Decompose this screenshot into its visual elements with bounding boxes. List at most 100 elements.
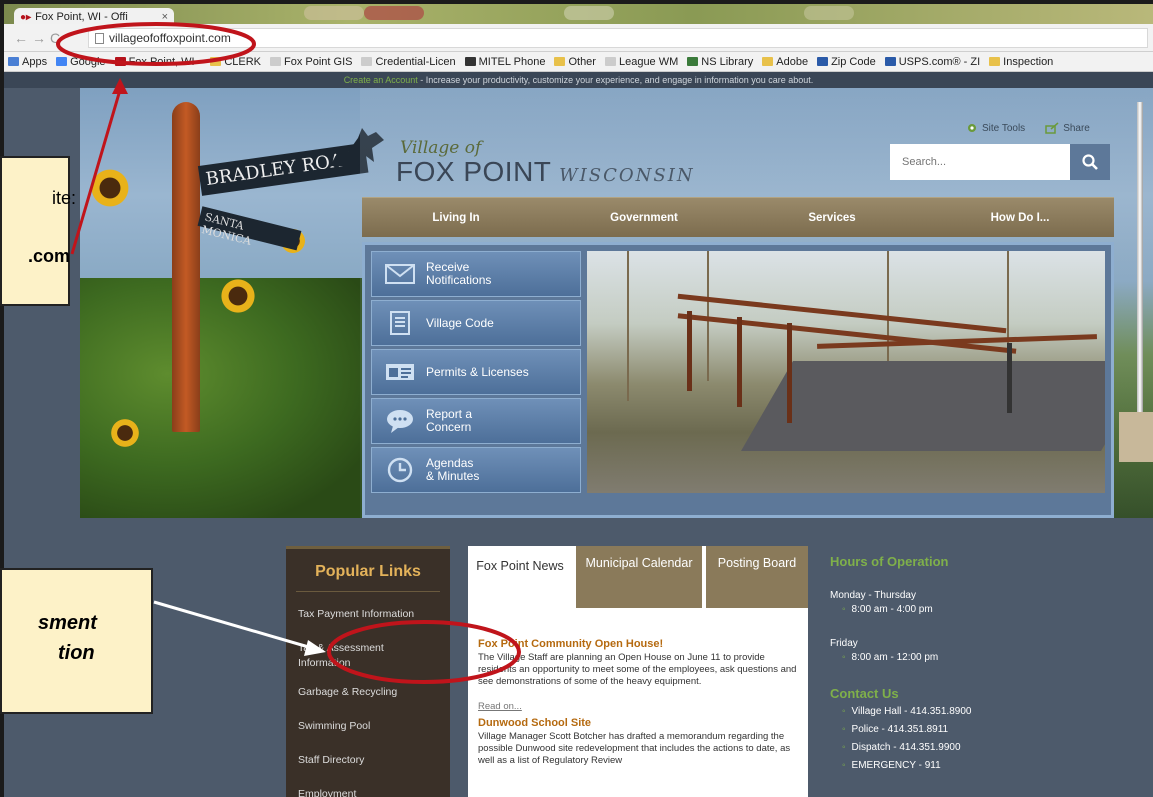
back-forward-reload-icons[interactable]: ←→C [14, 30, 64, 46]
popular-link[interactable]: Tax & Assessment Information [298, 641, 438, 671]
bookmark-item[interactable]: League WM [604, 56, 678, 68]
bookmark-item[interactable]: Adobe [762, 56, 808, 68]
sunflower-image [90, 168, 130, 208]
page-icon [361, 57, 373, 66]
nav-item[interactable]: Government [550, 198, 738, 237]
google-icon [56, 57, 68, 66]
nav-item[interactable]: Services [738, 198, 926, 237]
create-account-link[interactable]: Create an Account [344, 75, 418, 85]
sign-post-image [172, 102, 200, 432]
bookmark-label: Apps [22, 55, 48, 68]
site-tools-button[interactable]: Site Tools [966, 122, 1025, 134]
quick-link-button[interactable]: Agendas & Minutes [371, 447, 581, 493]
apps-grid-icon [8, 57, 19, 66]
bookmark-item[interactable]: MITEL Phone [464, 56, 545, 68]
bookmark-item[interactable]: Apps [8, 56, 47, 68]
bookmark-label: Google [70, 55, 106, 68]
bookmark-item[interactable]: Fox Point, WI - [114, 55, 202, 68]
bookmark-label: Fox Point, WI - [128, 55, 202, 68]
bookmark-item[interactable]: Zip Code [817, 56, 876, 68]
site-logo[interactable]: FOX POINT WISCONSIN [396, 156, 695, 188]
popular-links-panel: Popular Links Tax Payment Information Tax… [286, 546, 450, 797]
annotation-text: ite: [52, 188, 77, 208]
bridge-post [737, 317, 742, 407]
tab-close-icon[interactable]: × [162, 11, 168, 23]
street-sign-cross: SANTA MONICA [197, 206, 302, 251]
bookmark-label: USPS.com® - ZI [898, 55, 981, 68]
screenshot: ●▸ Fox Point, WI - Offi × ←→C villageofo… [0, 0, 1153, 797]
page-icon [95, 32, 104, 44]
tab-municipal-calendar[interactable]: Municipal Calendar [574, 546, 702, 608]
tab-posting-board[interactable]: Posting Board [704, 546, 808, 608]
bookmark-item[interactable]: Inspection [989, 56, 1053, 68]
village-sign-image [1119, 412, 1153, 462]
quick-link-label-line: Notifications [426, 273, 492, 287]
hours-time: 8:00 am - 12:00 pm [842, 652, 939, 663]
bookmark-label: Credential-Licen [375, 55, 456, 68]
browser-toolbar: ←→C villageofoffoxpoint.com [4, 24, 1153, 52]
popular-link[interactable]: Employment [298, 787, 438, 797]
bookmarks-bar: Apps Google Fox Point, WI - CLERK Fox Point… [4, 52, 1153, 72]
search-button[interactable] [1070, 144, 1110, 180]
news-panel: Fox Point News Municipal Calendar Postin… [468, 546, 808, 797]
bookmark-label: Zip Code [831, 55, 876, 68]
bookmark-item[interactable]: CLERK [210, 56, 261, 68]
news-item-title[interactable]: Fox Point Community Open House! [478, 638, 663, 650]
main-navigation: Living In Government Services How Do I... [362, 197, 1114, 237]
blurred-tab [304, 6, 364, 20]
logo-village-of[interactable]: Village of [400, 138, 481, 158]
blurred-tab [804, 6, 854, 20]
nav-item[interactable]: Living In [362, 198, 550, 237]
popular-link[interactable]: Staff Directory [298, 753, 438, 768]
annotation-text: .com [28, 246, 71, 266]
bookmark-item[interactable]: Other [554, 56, 596, 68]
hours-time: 8:00 am - 4:00 pm [842, 604, 933, 615]
bookmark-item[interactable]: Credential-Licen [361, 55, 456, 68]
permit-card-icon [384, 358, 416, 386]
address-url: villageofoffoxpoint.com [109, 31, 231, 45]
popular-link[interactable]: Swimming Pool [298, 719, 438, 734]
bridge-post [687, 311, 692, 391]
contact-item: Police - 414.351.8911 [842, 724, 949, 735]
hours-day: Monday - Thursday [830, 590, 916, 601]
hours-title: Hours of Operation [830, 554, 949, 569]
bookmark-item[interactable]: Google [56, 55, 106, 68]
quick-link-button[interactable]: Village Code [371, 300, 581, 346]
logo-wisconsin: WISCONSIN [559, 165, 695, 186]
divider [296, 591, 440, 592]
usps-icon [884, 57, 896, 66]
quick-link-label-line: Permits & Licenses [426, 364, 529, 379]
tree-trunk [627, 251, 629, 401]
bookmark-item[interactable]: NS Library [687, 56, 753, 68]
hours-contact-panel: Hours of Operation Monday - Thursday 8:0… [830, 546, 1050, 796]
tab-fox-point-news[interactable]: Fox Point News [468, 546, 572, 608]
hero-background: BRADLEY ROAD SANTA MONICA Village of FOX… [80, 88, 1153, 518]
quick-link-button[interactable]: Report a Concern [371, 398, 581, 444]
read-on-link[interactable]: Read on... [478, 701, 522, 712]
browser-tab-active[interactable]: ●▸ Fox Point, WI - Offi × [14, 8, 174, 24]
sunflower-image [110, 418, 140, 448]
bookmark-item[interactable]: USPS.com® - ZI [884, 55, 981, 68]
address-bar[interactable]: villageofoffoxpoint.com [88, 28, 1148, 48]
site-tools-label: Site Tools [982, 122, 1026, 134]
share-button[interactable]: Share [1045, 122, 1090, 134]
bookmark-label: Adobe [776, 55, 809, 68]
bookmark-label: Fox Point GIS [284, 55, 353, 68]
folder-icon [989, 57, 1001, 66]
quick-link-button[interactable]: Permits & Licenses [371, 349, 581, 395]
quick-link-button[interactable]: Receive Notifications [371, 251, 581, 297]
gear-icon [968, 124, 976, 132]
foxpoint-favicon [114, 57, 126, 66]
annotation-callout-tax: sment tion [0, 568, 153, 714]
library-icon [687, 57, 699, 66]
bookmark-item[interactable]: Fox Point GIS [270, 56, 352, 68]
search-input[interactable] [890, 144, 1074, 180]
popular-link[interactable]: Tax Payment Information [298, 607, 438, 622]
nav-item[interactable]: How Do I... [926, 198, 1114, 237]
site-search [890, 144, 1110, 180]
popular-link[interactable]: Garbage & Recycling [298, 685, 438, 700]
annotation-text: tion [58, 642, 95, 664]
document-icon [384, 309, 416, 337]
bookmark-label: Other [568, 55, 596, 68]
news-item-title[interactable]: Dunwood School Site [478, 717, 591, 729]
